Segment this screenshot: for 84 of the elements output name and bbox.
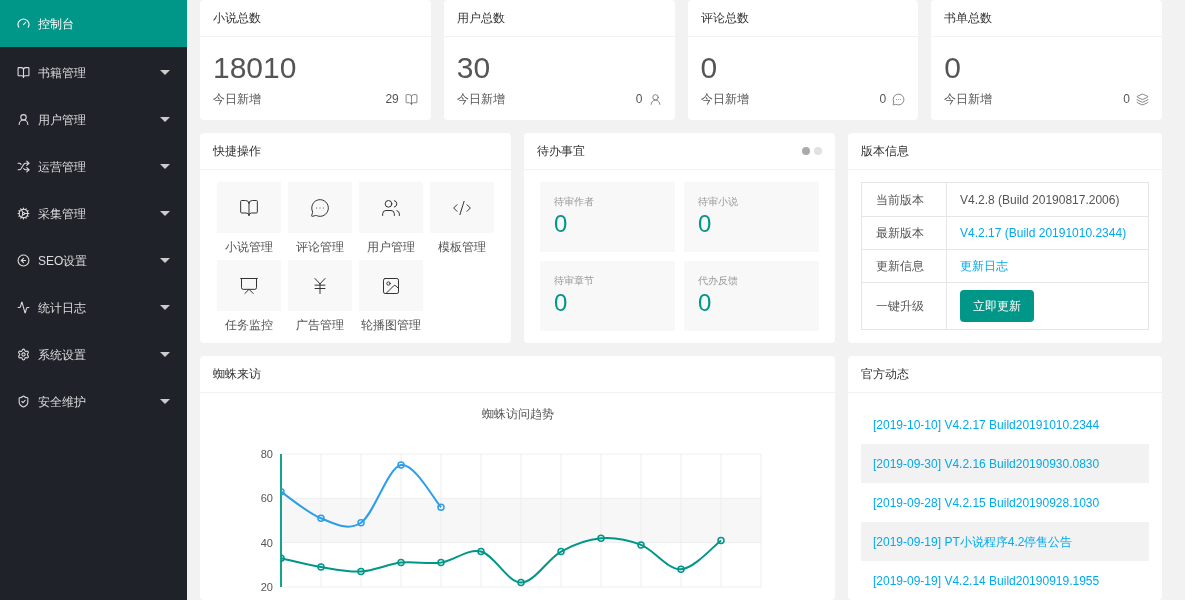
data-point (357, 567, 365, 576)
gear-icon (17, 207, 30, 220)
sidebar-item[interactable]: 系统设置 (0, 331, 187, 378)
stat-value: 0 (944, 51, 962, 85)
shield-check-icon (17, 395, 30, 408)
stat-footer-count: 0 (879, 91, 887, 108)
todo-count: 0 (554, 288, 569, 318)
data-point (397, 461, 405, 469)
chat-bubble-icon (892, 92, 906, 106)
sidebar-item[interactable]: SEO设置 (0, 237, 187, 284)
todo-label: 待审章节 (554, 274, 595, 288)
data-point (517, 578, 525, 587)
data-point (281, 554, 285, 562)
chart-title: 蜘蛛访问趋势 (482, 407, 554, 421)
arrow-circle-icon (17, 254, 30, 267)
user-icon (648, 92, 662, 106)
version-label: 更新信息 (862, 250, 947, 282)
pulse-icon (17, 301, 30, 314)
book-icon (238, 197, 259, 218)
version-label: 当前版本 (862, 183, 947, 216)
card-title: 书单总数 (944, 10, 993, 27)
sidebar-item[interactable]: 书籍管理 (0, 49, 187, 96)
data-point (397, 558, 405, 567)
data-point (717, 536, 725, 545)
stat-footer-count: 0 (635, 91, 643, 108)
todo-label: 待审作者 (554, 195, 595, 209)
data-point (477, 547, 485, 556)
axis-tick-label: 40 (260, 536, 273, 549)
data-point (597, 534, 605, 542)
gauge-icon (17, 17, 30, 30)
update-button[interactable]: 立即更新 (960, 290, 1034, 322)
todo-count: 0 (698, 288, 713, 318)
book-icon (404, 92, 418, 106)
card-title: 官方动态 (861, 366, 909, 383)
sidebar-item[interactable]: 用户管理 (0, 96, 187, 143)
presentation-icon (238, 275, 259, 296)
stat-footer-label: 今日新增 (456, 91, 505, 108)
user-icon (17, 113, 30, 126)
layers-icon (1136, 92, 1149, 106)
data-point (317, 563, 325, 571)
card-title: 蜘蛛来访 (213, 366, 261, 383)
todo-count: 0 (698, 209, 713, 239)
data-point (637, 541, 645, 549)
card-title: 快捷操作 (213, 143, 261, 160)
sidebar-item[interactable]: 统计日志 (0, 284, 187, 331)
stat-footer-count: 29 (385, 91, 399, 108)
sidebar-item[interactable]: 采集管理 (0, 190, 187, 237)
book-icon (17, 66, 30, 79)
axis-tick-label: 20 (260, 581, 273, 593)
data-point (437, 503, 445, 511)
data-point (557, 547, 565, 556)
settings-icon (17, 348, 30, 361)
data-point (437, 558, 445, 567)
stat-footer-label: 今日新增 (213, 91, 261, 108)
stat-footer-count: 0 (1123, 91, 1130, 108)
card-title: 小说总数 (213, 10, 261, 27)
axis-tick-label: 60 (260, 492, 273, 505)
todo-label: 代办反馈 (698, 274, 739, 288)
todo-label: 待审小说 (698, 195, 739, 209)
stat-footer-label: 今日新增 (700, 91, 749, 108)
card-title: 评论总数 (700, 10, 749, 27)
data-point (317, 514, 325, 523)
stat-value: 18010 (213, 51, 298, 85)
stat-value: 0 (700, 51, 719, 85)
card-title: 待办事宜 (537, 143, 585, 160)
stat-value: 30 (456, 51, 492, 85)
version-value: V4.2.8 (Build 20190817.2006) (960, 191, 1120, 209)
todo-count: 0 (554, 209, 569, 239)
sidebar-item[interactable]: 运营管理 (0, 143, 187, 190)
data-point (357, 518, 365, 527)
data-point (281, 487, 285, 496)
card-title: 版本信息 (861, 143, 909, 160)
version-label: 最新版本 (862, 217, 947, 249)
axis-tick-label: 80 (260, 448, 273, 460)
shuffle-icon (17, 160, 30, 173)
card-title: 用户总数 (456, 10, 505, 27)
sidebar-item[interactable]: 安全维护 (0, 378, 187, 425)
chat-bubble-icon (309, 197, 330, 218)
stat-footer-label: 今日新增 (944, 91, 993, 108)
data-point (677, 565, 685, 573)
users-icon (381, 197, 402, 218)
image-icon (381, 275, 402, 296)
sidebar-item[interactable]: 控制台 (0, 0, 187, 47)
version-label: 一键升级 (862, 283, 947, 329)
